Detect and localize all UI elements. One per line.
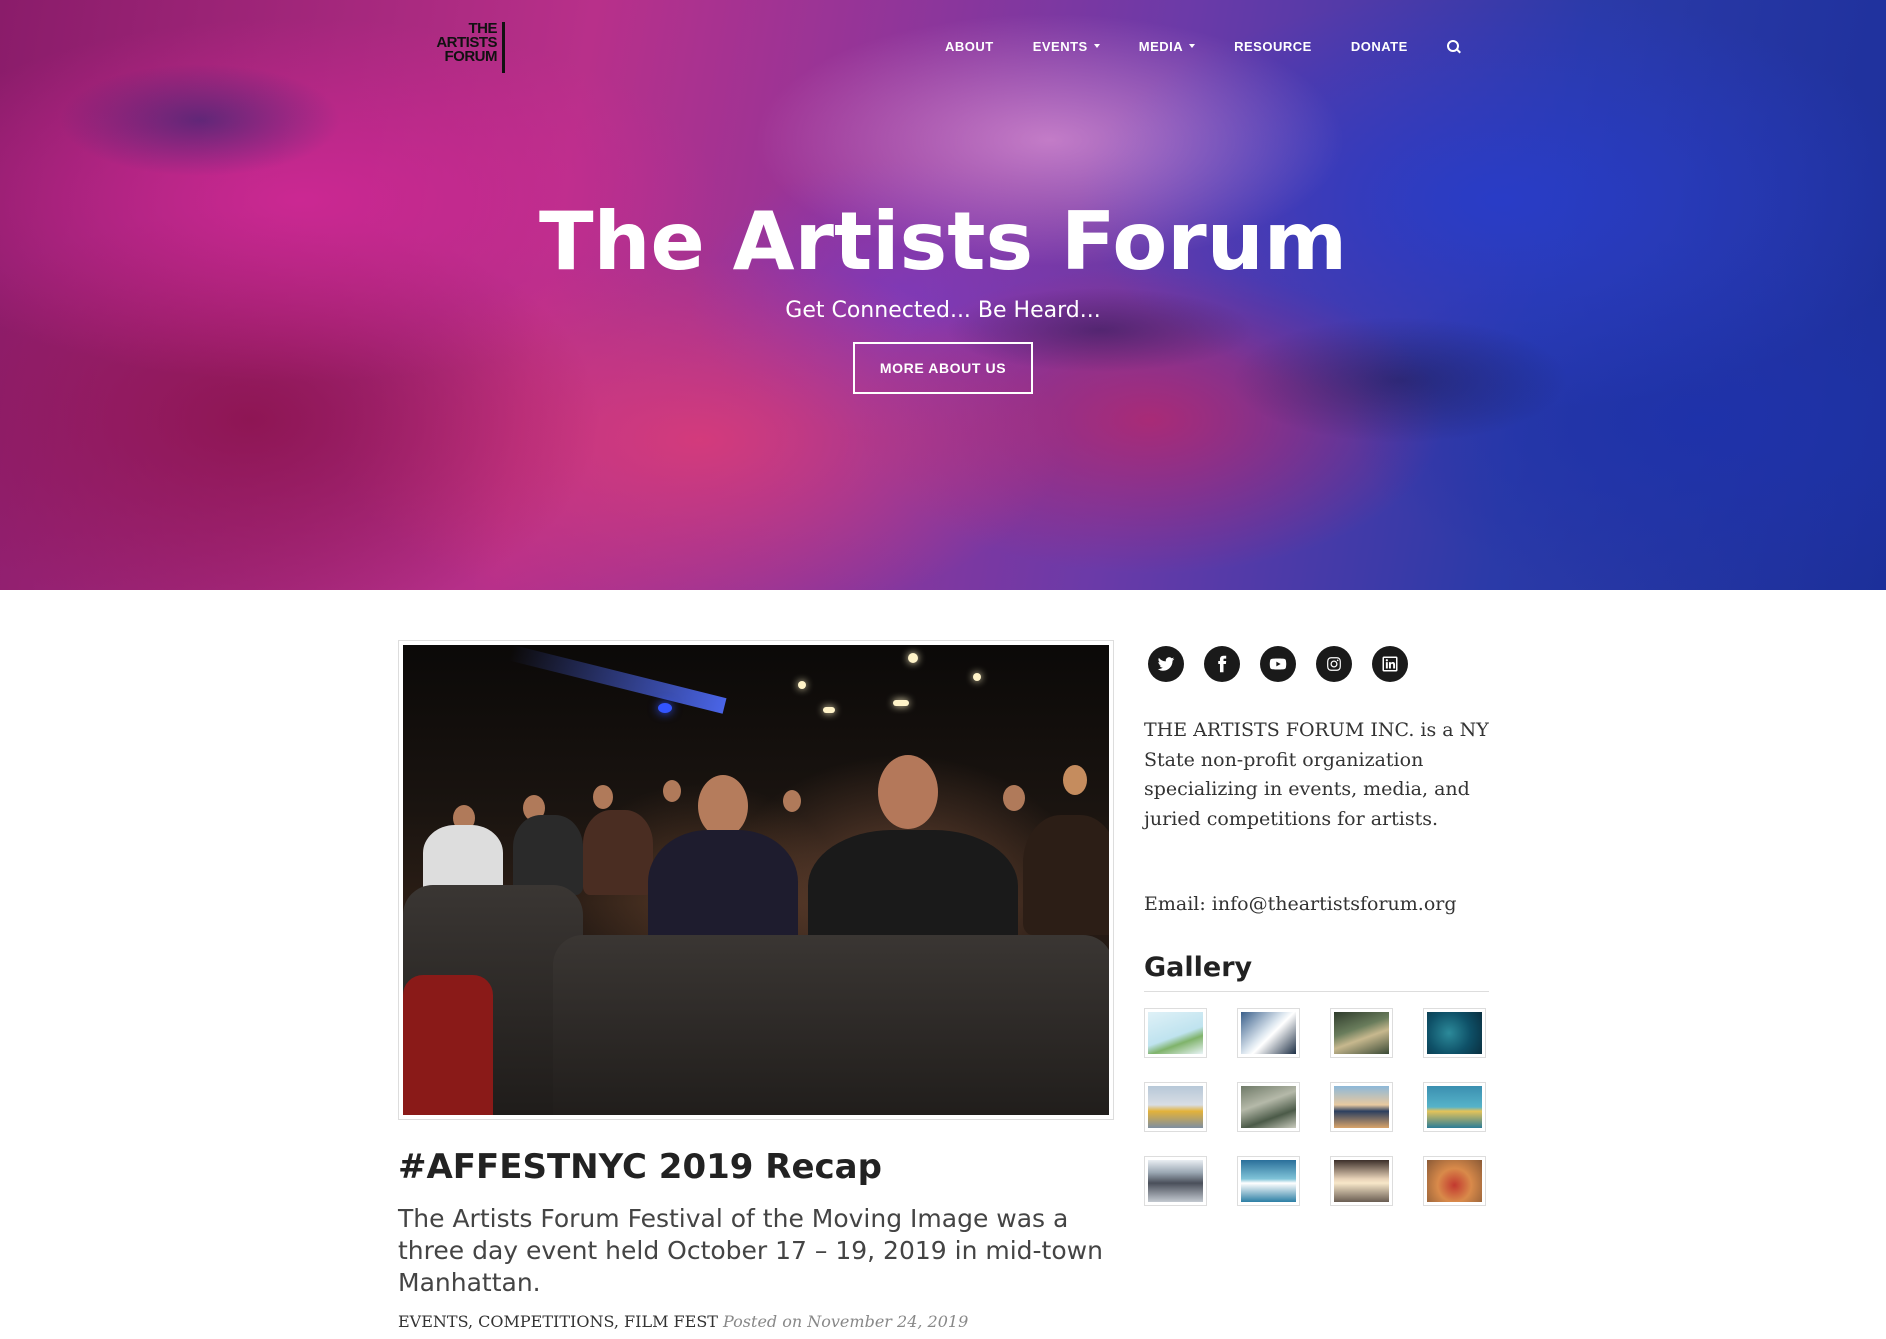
- logo-bar: [502, 22, 505, 73]
- more-about-us-button[interactable]: MORE ABOUT US: [853, 342, 1033, 394]
- divider: [1144, 991, 1489, 992]
- gallery-heading: Gallery: [1144, 952, 1253, 983]
- about-text: THE ARTISTS FORUM INC. is a NY State non…: [1144, 719, 1489, 830]
- gallery-thumbnail[interactable]: [1330, 1082, 1393, 1132]
- main-nav: ABOUT EVENTS MEDIA RESOURCE DONATE: [945, 36, 1500, 56]
- gallery-thumbnail[interactable]: [1237, 1156, 1300, 1206]
- post-excerpt: The Artists Forum Festival of the Moving…: [398, 1204, 1103, 1297]
- nav-events-label: EVENTS: [1032, 38, 1088, 54]
- post-title[interactable]: #AFFESTNYC 2019 Recap: [398, 1147, 882, 1187]
- facebook-icon[interactable]: [1204, 646, 1240, 682]
- nav-donate-label: DONATE: [1350, 38, 1408, 54]
- contact-email[interactable]: Email: info@theartistsforum.org: [1144, 893, 1457, 915]
- gallery-thumbnail[interactable]: [1144, 1082, 1207, 1132]
- post-featured-image[interactable]: [398, 640, 1114, 1120]
- youtube-icon[interactable]: [1260, 646, 1296, 682]
- nav-media[interactable]: MEDIA: [1138, 36, 1196, 56]
- hero-banner: THE ARTISTS FORUM ABOUT EVENTS MEDIA RES…: [0, 0, 1886, 590]
- gallery-thumbnail[interactable]: [1330, 1156, 1393, 1206]
- linkedin-icon[interactable]: [1372, 646, 1408, 682]
- category-separator: ,: [467, 1312, 479, 1331]
- gallery-thumbnail[interactable]: [1144, 1008, 1207, 1058]
- category-link-events[interactable]: EVENTS: [398, 1312, 468, 1331]
- chevron-down-icon: [1189, 44, 1196, 48]
- hero-tagline: Get Connected... Be Heard...: [785, 298, 1101, 323]
- cinema-audience-photo: [403, 645, 1109, 1115]
- gallery-thumbnail[interactable]: [1144, 1156, 1207, 1206]
- gallery-thumbnail[interactable]: [1423, 1156, 1486, 1206]
- post-meta: EVENTS, COMPETITIONS, FILM FEST Posted o…: [398, 1312, 968, 1331]
- chevron-down-icon: [1093, 44, 1100, 48]
- gallery-thumbnail[interactable]: [1237, 1008, 1300, 1058]
- nav-media-label: MEDIA: [1138, 38, 1184, 54]
- category-link-film-fest[interactable]: FILM FEST: [624, 1312, 718, 1331]
- gallery-thumbnail[interactable]: [1423, 1008, 1486, 1058]
- nav-donate[interactable]: DONATE: [1351, 36, 1408, 56]
- gallery-thumbnail[interactable]: [1423, 1082, 1486, 1132]
- instagram-icon[interactable]: [1316, 646, 1352, 682]
- nav-resource[interactable]: RESOURCE: [1234, 36, 1312, 56]
- search-button[interactable]: [1446, 36, 1461, 56]
- post-date: Posted on November 24, 2019: [723, 1312, 969, 1331]
- gallery-thumbnail[interactable]: [1237, 1082, 1300, 1132]
- hero-title: The Artists Forum: [538, 195, 1348, 288]
- logo-line: FORUM: [444, 48, 498, 65]
- social-links: [1148, 646, 1408, 682]
- nav-about[interactable]: ABOUT: [945, 36, 994, 56]
- site-logo[interactable]: THE ARTISTS FORUM: [430, 21, 505, 74]
- category-link-competitions[interactable]: COMPETITIONS: [478, 1312, 614, 1331]
- search-icon: [1446, 40, 1461, 54]
- gallery-thumbnail[interactable]: [1330, 1008, 1393, 1058]
- nav-resource-label: RESOURCE: [1234, 38, 1312, 54]
- category-separator: ,: [613, 1312, 625, 1331]
- navbar: THE ARTISTS FORUM ABOUT EVENTS MEDIA RES…: [0, 0, 1886, 96]
- twitter-icon[interactable]: [1148, 646, 1184, 682]
- nav-about-label: ABOUT: [945, 38, 994, 54]
- nav-events[interactable]: EVENTS: [1033, 36, 1100, 56]
